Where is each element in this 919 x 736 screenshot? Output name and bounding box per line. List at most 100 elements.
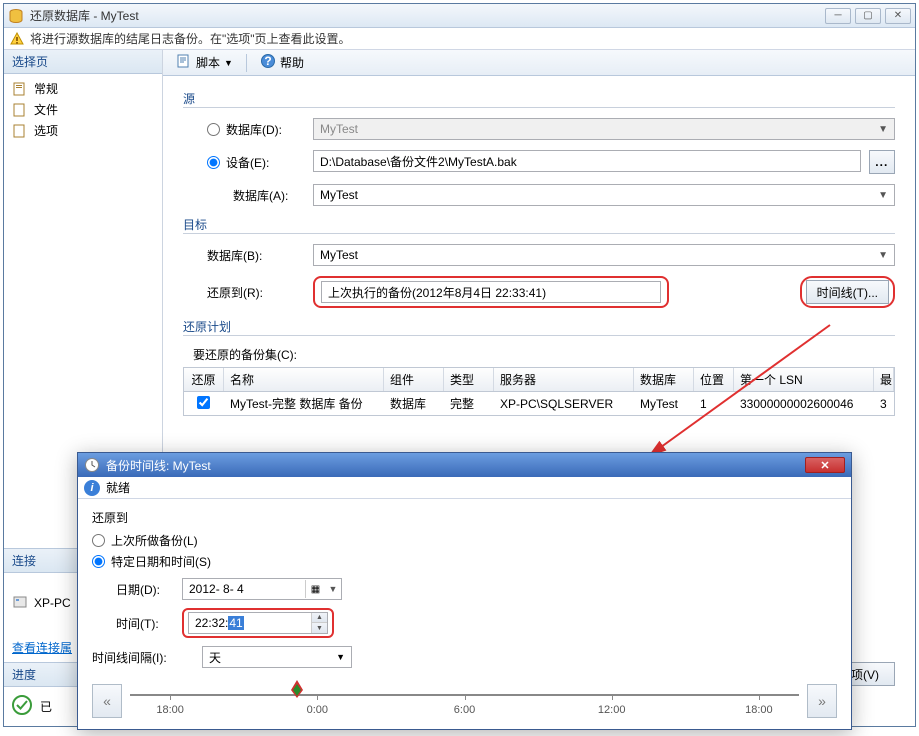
restore-to-label: 还原到(R): xyxy=(183,284,313,301)
dialog-close-button[interactable]: ✕ xyxy=(805,457,845,473)
source-database2-value: MyTest xyxy=(320,188,358,202)
backup-sets-grid[interactable]: 还原 名称 组件 类型 服务器 数据库 位置 第一个 LSN 最 MyTest-… xyxy=(183,367,895,416)
target-database-combo[interactable]: MyTest ▼ xyxy=(313,244,895,266)
separator xyxy=(246,54,247,72)
source-device-radio-input[interactable] xyxy=(207,156,220,169)
row-restore-checkbox[interactable] xyxy=(197,396,210,409)
source-database-radio-input[interactable] xyxy=(207,123,220,136)
source-device-radio[interactable]: 设备(E): xyxy=(183,154,313,171)
window-controls: ─ ▢ ✕ xyxy=(825,8,911,24)
restore-to-field[interactable] xyxy=(321,281,661,303)
dialog-titlebar[interactable]: 备份时间线: MyTest ✕ xyxy=(78,453,851,477)
page-general[interactable]: 常规 xyxy=(12,78,154,99)
tick-label: 0:00 xyxy=(307,704,328,716)
info-bar: 将进行源数据库的结尾日志备份。在"选项"页上查看此设置。 xyxy=(4,28,915,50)
time-input[interactable]: 22:32:41 ▲ ▼ xyxy=(188,612,328,634)
browse-device-button[interactable]: ... xyxy=(869,150,895,174)
source-database2-label: 数据库(A): xyxy=(183,187,313,204)
source-database-value: MyTest xyxy=(320,122,358,136)
specific-datetime-label: 特定日期和时间(S) xyxy=(111,553,211,570)
device-path-field[interactable] xyxy=(313,150,861,172)
chevron-down-icon: ▼ xyxy=(336,652,345,662)
page-icon xyxy=(12,102,28,118)
timeline-button[interactable]: 时间线(T)... xyxy=(806,280,889,304)
timeline-prev-button[interactable]: « xyxy=(92,684,122,718)
restore-to-highlight xyxy=(313,276,669,308)
info-message: 将进行源数据库的结尾日志备份。在"选项"页上查看此设置。 xyxy=(30,30,351,47)
calendar-icon[interactable]: ▦ xyxy=(305,580,325,598)
last-backup-radio[interactable] xyxy=(92,534,105,547)
time-spinner[interactable]: ▲ ▼ xyxy=(311,613,327,633)
tick-label: 18:00 xyxy=(745,704,773,716)
chevron-down-icon: ▼ xyxy=(878,124,888,135)
source-database-combo: MyTest ▼ xyxy=(313,118,895,140)
row-position: 1 xyxy=(694,394,734,414)
timeline-next-button[interactable]: » xyxy=(807,684,837,718)
target-database-label: 数据库(B): xyxy=(183,247,313,264)
col-last[interactable]: 最 xyxy=(874,368,894,391)
page-files[interactable]: 文件 xyxy=(12,99,154,120)
script-button[interactable]: 脚本 ▼ xyxy=(169,50,240,75)
script-icon xyxy=(176,53,192,72)
page-options[interactable]: 选项 xyxy=(12,120,154,141)
col-position[interactable]: 位置 xyxy=(694,368,734,391)
chevron-down-icon[interactable]: ▼ xyxy=(325,584,341,594)
svg-text:?: ? xyxy=(264,54,271,68)
interval-combo[interactable]: 天 ▼ xyxy=(202,646,352,668)
dialog-title: 备份时间线: MyTest xyxy=(106,457,805,474)
tick-label: 12:00 xyxy=(598,704,626,716)
dropdown-arrow-icon: ▼ xyxy=(224,58,233,68)
specific-datetime-radio[interactable] xyxy=(92,555,105,568)
spin-down-icon[interactable]: ▼ xyxy=(312,623,327,633)
dialog-status-text: 就绪 xyxy=(106,479,130,496)
server-name: XP-PC xyxy=(34,596,71,610)
window-title: 还原数据库 - MyTest xyxy=(30,7,825,24)
page-icon xyxy=(12,81,28,97)
chevron-down-icon: ▼ xyxy=(878,250,888,261)
col-restore[interactable]: 还原 xyxy=(184,368,224,391)
page-label: 文件 xyxy=(34,101,58,118)
row-last: 3 xyxy=(874,394,894,414)
source-group-label: 源 xyxy=(183,90,895,108)
timeline-track[interactable]: 18:00 0:00 6:00 12:00 18:00 xyxy=(130,676,799,726)
col-database[interactable]: 数据库 xyxy=(634,368,694,391)
help-button[interactable]: ? 帮助 xyxy=(253,50,311,75)
col-type[interactable]: 类型 xyxy=(444,368,494,391)
backup-timeline-dialog: 备份时间线: MyTest ✕ i 就绪 还原到 上次所做备份(L) 特定日期和… xyxy=(77,452,852,730)
row-name: MyTest-完整 数据库 备份 xyxy=(224,392,384,415)
time-label: 时间(T): xyxy=(92,615,182,632)
clock-icon xyxy=(84,457,100,473)
source-database-radio[interactable]: 数据库(D): xyxy=(183,121,313,138)
target-database-value: MyTest xyxy=(320,248,358,262)
server-icon xyxy=(12,594,28,613)
close-button[interactable]: ✕ xyxy=(885,8,911,24)
script-label: 脚本 xyxy=(196,54,220,71)
timeline-marker[interactable] xyxy=(289,680,305,698)
date-value: 2012- 8- 4 xyxy=(183,582,305,596)
plan-group-label: 还原计划 xyxy=(183,318,895,336)
row-server: XP-PC\SQLSERVER xyxy=(494,394,634,414)
date-label: 日期(D): xyxy=(92,581,182,598)
maximize-button[interactable]: ▢ xyxy=(855,8,881,24)
table-row[interactable]: MyTest-完整 数据库 备份 数据库 完整 XP-PC\SQLSERVER … xyxy=(184,392,894,415)
target-group-label: 目标 xyxy=(183,216,895,234)
warning-icon xyxy=(10,32,24,46)
source-database2-combo[interactable]: MyTest ▼ xyxy=(313,184,895,206)
col-first-lsn[interactable]: 第一个 LSN xyxy=(734,368,874,391)
titlebar[interactable]: 还原数据库 - MyTest ─ ▢ ✕ xyxy=(4,4,915,28)
page-icon xyxy=(12,123,28,139)
chevron-down-icon: ▼ xyxy=(878,190,888,201)
restore-to-group-label: 还原到 xyxy=(92,509,837,526)
col-component[interactable]: 组件 xyxy=(384,368,444,391)
date-picker[interactable]: 2012- 8- 4 ▦ ▼ xyxy=(182,578,342,600)
timeline-area: « 18:00 0:00 6:00 12:00 18:00 » xyxy=(92,676,837,726)
col-name[interactable]: 名称 xyxy=(224,368,384,391)
col-server[interactable]: 服务器 xyxy=(494,368,634,391)
page-label: 常规 xyxy=(34,80,58,97)
row-first-lsn: 33000000002600046 xyxy=(734,394,874,414)
minimize-button[interactable]: ─ xyxy=(825,8,851,24)
time-highlight: 22:32:41 ▲ ▼ xyxy=(182,608,334,638)
spin-up-icon[interactable]: ▲ xyxy=(312,613,327,623)
progress-status-text: 已 xyxy=(40,698,52,715)
timeline-button-highlight: 时间线(T)... xyxy=(800,276,895,308)
